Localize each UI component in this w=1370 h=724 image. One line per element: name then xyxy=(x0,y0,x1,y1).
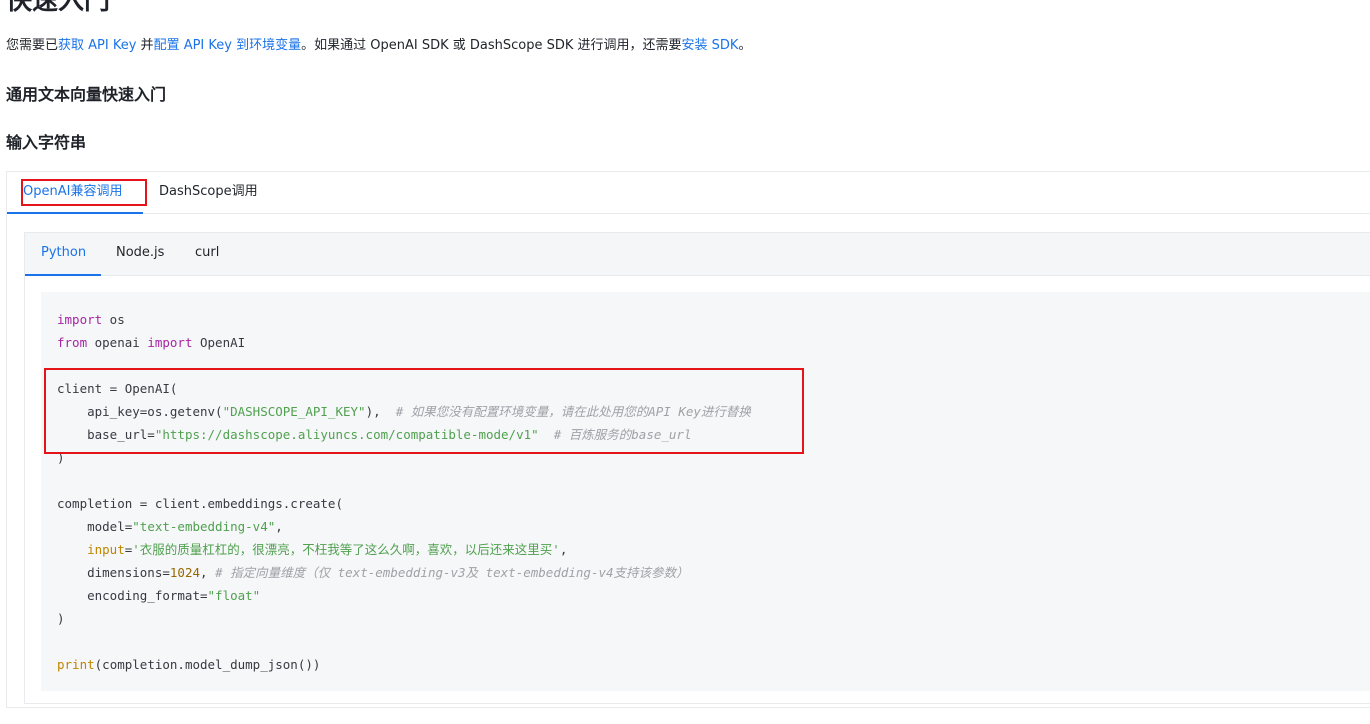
tab-openai-compatible[interactable]: OpenAI兼容调用 xyxy=(23,172,122,214)
code-line: completion = client.embeddings.create( xyxy=(57,496,343,511)
python-code: import os from openai import OpenAI client… xyxy=(57,308,751,676)
get-api-key-link[interactable]: 获取 API Key xyxy=(58,38,136,53)
call-method-panel: OpenAI兼容调用 DashScope调用 Python Node.js cu… xyxy=(6,171,1370,708)
intro-text-4: 。 xyxy=(738,38,752,53)
page-title: 快速入门 xyxy=(6,0,111,16)
intro-paragraph: 您需要已获取 API Key 并配置 API Key 到环境变量。如果通过 Op… xyxy=(6,37,751,55)
tab-python[interactable]: Python xyxy=(41,233,86,275)
intro-text-3: 。如果通过 OpenAI SDK 或 DashScope SDK 进行调用，还需… xyxy=(301,38,682,53)
language-tabs: Python Node.js curl xyxy=(25,233,1370,276)
tab-nodejs[interactable]: Node.js xyxy=(116,233,164,275)
subsection-title: 输入字符串 xyxy=(6,133,87,152)
intro-text-2: 并 xyxy=(136,38,154,53)
tab-dashscope[interactable]: DashScope调用 xyxy=(159,172,258,214)
code-example-panel: Python Node.js curl import os from openai… xyxy=(24,232,1370,704)
code-line: api_key=os.getenv("DASHSCOPE_API_KEY"), … xyxy=(57,404,751,419)
tab-curl[interactable]: curl xyxy=(195,233,219,275)
call-method-tabs: OpenAI兼容调用 DashScope调用 xyxy=(7,172,1370,214)
code-line: print(completion.model_dump_json()) xyxy=(57,657,321,672)
active-tab-indicator xyxy=(7,212,143,214)
intro-text-1: 您需要已 xyxy=(6,38,59,53)
code-line: client = OpenAI( xyxy=(57,381,178,396)
code-line: import os xyxy=(57,312,125,327)
code-line: ) xyxy=(57,611,65,626)
code-block[interactable]: import os from openai import OpenAI client… xyxy=(41,292,1370,691)
code-line: encoding_format="float" xyxy=(57,588,261,603)
configure-api-key-link[interactable]: 配置 API Key 到环境变量 xyxy=(154,38,302,53)
code-line: base_url="https://dashscope.aliyuncs.com… xyxy=(57,427,692,442)
code-line: ) xyxy=(57,450,65,465)
code-line: dimensions=1024, # 指定向量维度（仅 text-embeddi… xyxy=(57,565,689,580)
code-line: model="text-embedding-v4", xyxy=(57,519,283,534)
code-line: from openai import OpenAI xyxy=(57,335,246,350)
install-sdk-link[interactable]: 安装 SDK xyxy=(682,38,739,53)
section-title: 通用文本向量快速入门 xyxy=(6,85,167,104)
code-line: input='衣服的质量杠杠的，很漂亮，不枉我等了这么久啊，喜欢，以后还来这里买… xyxy=(87,542,568,557)
active-language-indicator xyxy=(25,274,101,276)
